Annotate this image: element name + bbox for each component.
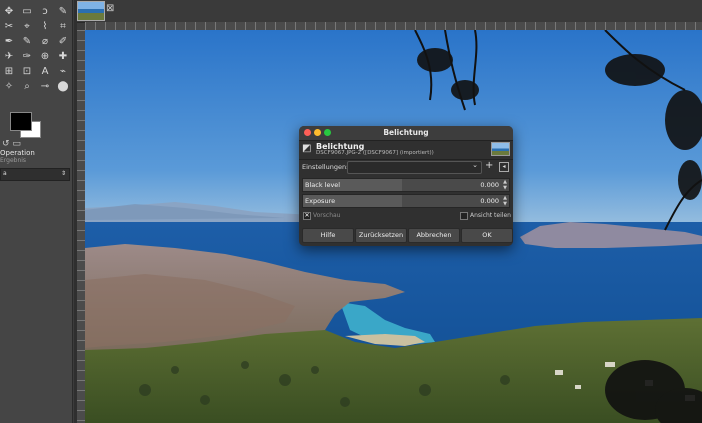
preview-checkbox[interactable]: ✕ [303, 212, 311, 220]
dialog-header-subtitle: DSCF9067.JPG-2 ([DSCF9067] (importiert)) [316, 150, 434, 156]
ok-button[interactable]: OK [461, 228, 513, 243]
heal-icon[interactable]: ✚ [54, 49, 72, 64]
zoom-icon[interactable]: ⌕ [18, 79, 36, 94]
lasso-icon[interactable]: ↄ [36, 4, 54, 19]
path-icon[interactable]: ⌁ [54, 64, 72, 79]
tool-grid: ✥ ▭ ↄ ✎ ✂ ⌖ ⌇ ⌗ ✒ ✎ ⌀ ✐ ✈ ✑ ⊕ ✚ ⊞ ⊡ A ⌁ ✧ ⌕ ⊸ ⬤ [0, 4, 72, 94]
brush-icon[interactable]: ⌀ [36, 34, 54, 49]
cage-icon[interactable]: ⌗ [54, 19, 72, 34]
tool-option-combo[interactable]: a ⇕ [0, 168, 70, 181]
clone-icon[interactable]: ⊕ [36, 49, 54, 64]
combo-value: a [3, 170, 7, 177]
slider-value: 0.000 [480, 181, 499, 189]
spinner-icon[interactable]: ▲ ▼ [503, 179, 507, 191]
dodge-icon[interactable]: ⊡ [18, 64, 36, 79]
tool-option-result: Ergebnis [0, 157, 27, 164]
black-level-slider[interactable]: Black level 0.000 ▲ ▼ [302, 178, 510, 192]
help-button[interactable]: Hilfe [302, 228, 354, 243]
add-preset-icon[interactable]: + [485, 160, 493, 171]
measure-icon[interactable]: ⊸ [36, 79, 54, 94]
warp-icon[interactable]: ⌇ [36, 19, 54, 34]
tool-option-operation: Operation [0, 149, 35, 157]
eraser-icon[interactable]: ✐ [54, 34, 72, 49]
exposure-dialog: Belichtung ◩ Belichtung DSCF9067.JPG-2 (… [299, 126, 513, 246]
slider-label: Black level [305, 181, 341, 189]
fuzzy-select-icon[interactable]: ✎ [54, 4, 72, 19]
image-tab-thumbnail[interactable] [77, 1, 105, 21]
text-icon[interactable]: A [36, 64, 54, 79]
image-tab-strip: ⊠ [77, 0, 702, 23]
ink-icon[interactable]: ✑ [18, 49, 36, 64]
color-picker-icon[interactable]: ✧ [0, 79, 18, 94]
preview-label: Vorschau [313, 212, 341, 219]
spinner-icon[interactable]: ▲ ▼ [503, 195, 507, 207]
presets-label: Einstellungen: [302, 163, 349, 171]
airbrush-icon[interactable]: ✈ [0, 49, 18, 64]
swap-icon[interactable]: ↺ [2, 139, 10, 149]
toolbox-panel: ✥ ▭ ↄ ✎ ✂ ⌖ ⌇ ⌗ ✒ ✎ ⌀ ✐ ✈ ✑ ⊕ ✚ ⊞ ⊡ A ⌁ ✧ ⌕ ⊸ ⬤ ↺ ▭ Operation E… [0, 0, 73, 423]
presets-combo[interactable]: ⌄ [347, 161, 482, 174]
split-view-label: Ansicht teilen [470, 212, 511, 219]
cancel-button[interactable]: Abbrechen [408, 228, 460, 243]
move-icon[interactable]: ✥ [0, 4, 18, 19]
paint-icon[interactable]: ✒ [0, 34, 18, 49]
crop-icon[interactable]: ✂ [0, 19, 18, 34]
slider-value: 0.000 [480, 197, 499, 205]
image-preview-thumbnail [491, 142, 510, 156]
exposure-slider[interactable]: Exposure 0.000 ▲ ▼ [302, 194, 510, 208]
combo-arrow-icon: ⇕ [60, 170, 66, 177]
split-view-checkbox[interactable] [460, 212, 468, 220]
exposure-icon: ◩ [302, 143, 312, 154]
tool-options-icons: ↺ ▭ [2, 139, 21, 149]
slider-label: Exposure [305, 197, 336, 205]
ruler-horizontal [85, 22, 702, 30]
unified-transform-icon[interactable]: ⌖ [18, 19, 36, 34]
smudge-icon[interactable]: ⊞ [0, 64, 18, 79]
dialog-title: Belichtung [383, 128, 429, 137]
chevron-down-icon: ⌄ [472, 161, 478, 169]
rect-select-icon[interactable]: ▭ [18, 4, 36, 19]
header-separator [299, 159, 513, 160]
preset-menu-icon[interactable]: ◂ [499, 162, 509, 172]
bucket-icon[interactable]: ⬤ [54, 79, 72, 94]
foreground-color-swatch[interactable] [10, 112, 32, 131]
close-icon[interactable]: ⊠ [106, 3, 114, 14]
dialog-titlebar[interactable]: Belichtung [299, 126, 513, 141]
pencil-icon[interactable]: ✎ [18, 34, 36, 49]
reset-button[interactable]: Zurücksetzen [355, 228, 407, 243]
ruler-vertical [77, 30, 85, 423]
layer-icon[interactable]: ▭ [12, 139, 21, 149]
